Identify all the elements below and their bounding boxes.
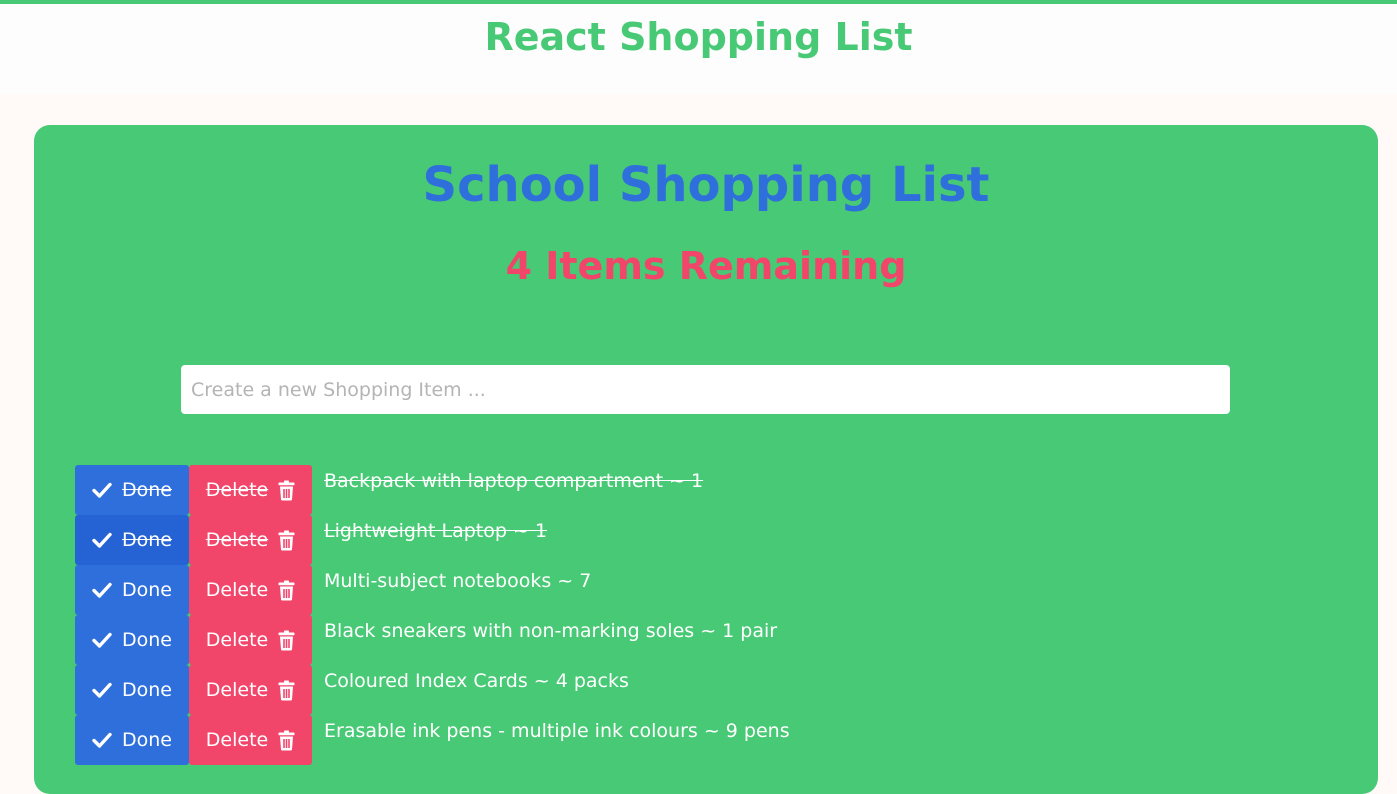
delete-button-label: Delete [205, 529, 269, 551]
done-button-label: Done [122, 679, 172, 701]
trash-icon [278, 630, 295, 651]
done-button-label: Done [122, 579, 172, 601]
done-button[interactable]: Done [75, 615, 189, 665]
done-button[interactable]: Done [75, 565, 189, 615]
trash-icon [278, 730, 295, 751]
delete-button-label: Delete [205, 629, 269, 651]
app-title: React Shopping List [484, 15, 913, 59]
shopping-items-list: Done Delete Backpack with laptop compart… [75, 465, 1355, 765]
trash-icon [278, 680, 295, 701]
item-text: Backpack with laptop compartment ~ 1 [324, 470, 704, 492]
items-remaining-count: 4 Items Remaining [505, 244, 907, 288]
check-icon [92, 482, 112, 498]
delete-button[interactable]: Delete [189, 665, 312, 715]
list-item: Done Delete Multi-subject notebooks ~ 7 [75, 565, 1355, 615]
item-text: Erasable ink pens - multiple ink colours… [324, 720, 790, 742]
delete-button[interactable]: Delete [189, 515, 312, 565]
app-header: React Shopping List [0, 4, 1397, 94]
check-icon [92, 532, 112, 548]
shopping-list-card: School Shopping List 4 Items Remaining D… [34, 125, 1378, 794]
done-button[interactable]: Done [75, 465, 189, 515]
list-item: Done Delete Lightweight Laptop ~ 1 [75, 515, 1355, 565]
delete-button-label: Delete [205, 579, 269, 601]
trash-icon [278, 580, 295, 601]
check-icon [92, 682, 112, 698]
delete-button-label: Delete [205, 479, 269, 501]
delete-button[interactable]: Delete [189, 615, 312, 665]
done-button-label: Done [122, 629, 172, 651]
done-button[interactable]: Done [75, 715, 189, 765]
item-text: Multi-subject notebooks ~ 7 [324, 570, 592, 592]
list-item: Done Delete Black sneakers with non-mark… [75, 615, 1355, 665]
item-text: Black sneakers with non-marking soles ~ … [324, 620, 778, 642]
delete-button[interactable]: Delete [189, 565, 312, 615]
list-item: Done Delete Erasable ink pens - multiple… [75, 715, 1355, 765]
check-icon [92, 632, 112, 648]
done-button-label: Done [122, 729, 172, 751]
check-icon [92, 582, 112, 598]
list-title: School Shopping List [422, 157, 990, 213]
new-item-input[interactable] [181, 365, 1230, 414]
done-button[interactable]: Done [75, 665, 189, 715]
delete-button-label: Delete [205, 729, 269, 751]
trash-icon [278, 530, 295, 551]
check-icon [92, 732, 112, 748]
item-text: Coloured Index Cards ~ 4 packs [324, 670, 629, 692]
delete-button[interactable]: Delete [189, 465, 312, 515]
trash-icon [278, 480, 295, 501]
done-button-label: Done [122, 479, 172, 501]
list-item: Done Delete Coloured Index Cards ~ 4 pac… [75, 665, 1355, 715]
done-button-label: Done [122, 529, 172, 551]
delete-button-label: Delete [205, 679, 269, 701]
item-text: Lightweight Laptop ~ 1 [324, 520, 548, 542]
list-item: Done Delete Backpack with laptop compart… [75, 465, 1355, 515]
done-button[interactable]: Done [75, 515, 189, 565]
delete-button[interactable]: Delete [189, 715, 312, 765]
